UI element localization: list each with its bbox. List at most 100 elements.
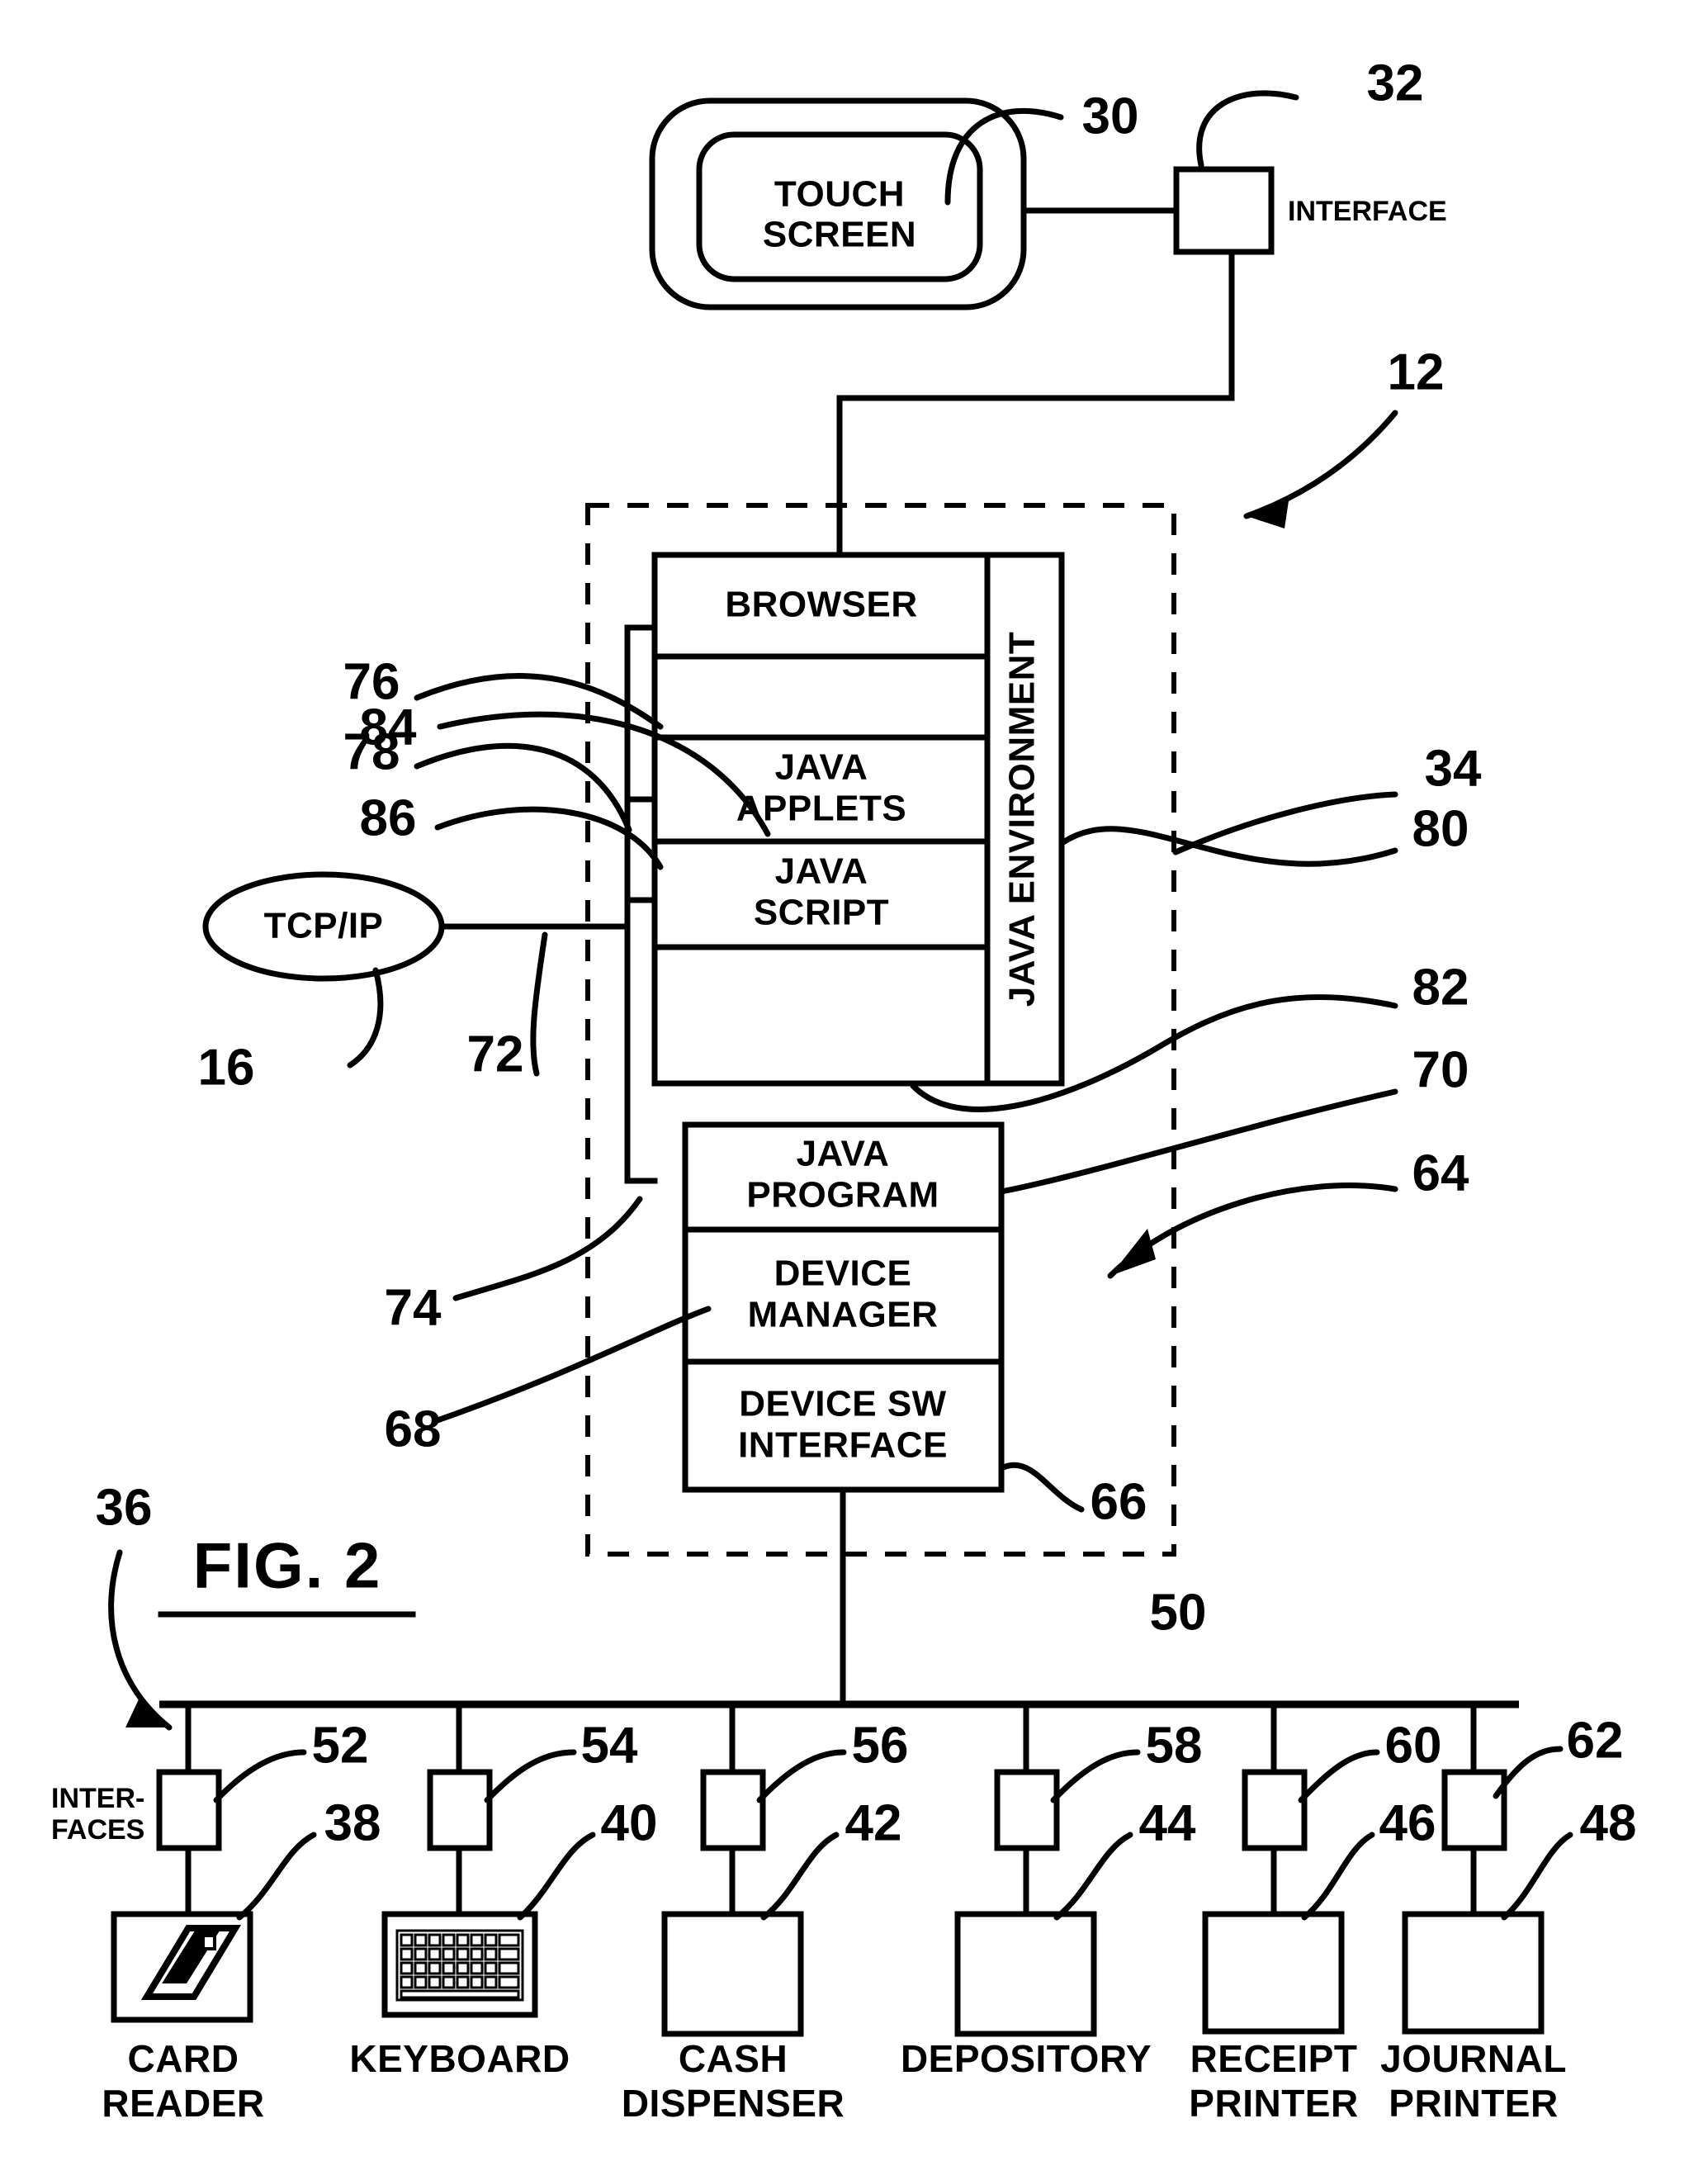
leader-line-72: [530, 931, 548, 1077]
device-column-card-reader: CARD READER 52 38: [102, 1701, 381, 2125]
journal-printer-label-line2: PRINTER: [1389, 2082, 1558, 2125]
ref-68: 68: [385, 1400, 442, 1457]
cash-dispenser-device[interactable]: [661, 1911, 804, 2037]
ref-72: 72: [467, 1026, 524, 1083]
ref-12: 12: [1388, 344, 1445, 400]
leader-line-48: [1501, 1832, 1573, 1921]
java-program-label-line2: PROGRAM: [746, 1175, 939, 1216]
leader-line-70: [998, 1088, 1398, 1195]
leader-line-16: [347, 967, 384, 1069]
ref-82: 82: [1412, 959, 1469, 1016]
interface-box-cash-dispenser[interactable]: [700, 1769, 766, 1851]
receipt-printer-device[interactable]: [1202, 1911, 1345, 2035]
depository-label-line1: DEPOSITORY: [901, 2037, 1152, 2080]
ref-46: 46: [1379, 1794, 1436, 1851]
receipt-printer-label-line1: RECEIPT: [1190, 2037, 1358, 2080]
browser-label: BROWSER: [725, 585, 917, 625]
device-column-depository: DEPOSITORY 58 44: [901, 1701, 1203, 2080]
ref-70: 70: [1412, 1041, 1469, 1098]
interface-box-keyboard[interactable]: [427, 1769, 493, 1851]
tcpip-node: TCP/IP: [202, 871, 631, 982]
leader-line-46: [1301, 1832, 1375, 1921]
ref-58: 58: [1146, 1717, 1203, 1774]
device-manager-label-line1: DEVICE: [774, 1254, 912, 1294]
interfaces-label-line1: INTER-: [51, 1783, 144, 1814]
leader-line-30: [944, 107, 1064, 206]
ref-40: 40: [601, 1794, 658, 1851]
interface-box-journal-printer[interactable]: [1441, 1769, 1507, 1851]
link-interface-browser: [836, 249, 1235, 558]
journal-printer-device[interactable]: [1402, 1911, 1545, 2035]
leader-line-44: [1053, 1832, 1133, 1921]
receipt-printer-label-line2: PRINTER: [1189, 2082, 1358, 2125]
leader-line-80: [1060, 826, 1398, 867]
figure-canvas: TOUCH SCREEN 30 INTERFACE 32 12 JAVA ENV…: [51, 54, 1637, 2125]
java-environment-group: JAVA ENVIRONMENT BROWSER JAVA APPLETS JA…: [651, 552, 1065, 1087]
ref-50: 50: [1150, 1584, 1207, 1641]
ref-84: 84: [360, 699, 417, 756]
interface-box-depository[interactable]: [994, 1769, 1060, 1851]
ref-44: 44: [1139, 1794, 1196, 1851]
tcpip-label: TCP/IP: [264, 906, 384, 946]
leader-line-52: [213, 1749, 307, 1803]
card-reader-label-line1: CARD: [128, 2037, 239, 2080]
leader-line-74: [452, 1196, 643, 1301]
ref-80: 80: [1412, 800, 1469, 857]
leader-line-56: [756, 1749, 847, 1803]
java-applets-label-line1: JAVA: [775, 747, 868, 788]
leader-line-38: [236, 1832, 317, 1921]
ref-54: 54: [581, 1717, 638, 1774]
leader-line-34: [1172, 791, 1398, 855]
card-reader-label-line2: READER: [102, 2082, 264, 2125]
ref-56: 56: [852, 1717, 909, 1774]
leader-line-76: [414, 673, 664, 730]
device-manager-label-line2: MANAGER: [748, 1295, 939, 1335]
interface-box-card-reader[interactable]: [156, 1769, 222, 1851]
ref-32: 32: [1367, 54, 1424, 111]
touch-interface-box[interactable]: [1173, 166, 1275, 255]
leader-line-42: [760, 1832, 840, 1921]
rail-javaprogram-stub: [624, 897, 658, 1184]
java-script-label-line1: JAVA: [775, 851, 868, 892]
ref-66: 66: [1091, 1473, 1147, 1530]
ref-42: 42: [845, 1794, 902, 1851]
software-stack-group: JAVA PROGRAM DEVICE MANAGER DEVICE SW IN…: [682, 1121, 1005, 1493]
device-sw-interface-label-line1: DEVICE SW: [739, 1384, 946, 1424]
keyboard-label-line1: KEYBOARD: [349, 2037, 570, 2080]
cash-dispenser-label-line1: CASH: [679, 2037, 788, 2080]
cash-dispenser-label-line2: DISPENSER: [622, 2082, 845, 2125]
device-sw-interface-label-line2: INTERFACE: [738, 1425, 948, 1466]
ref-38: 38: [324, 1794, 381, 1851]
leader-line-66: [998, 1462, 1085, 1513]
depository-device[interactable]: [954, 1911, 1097, 2037]
ref-16: 16: [198, 1039, 255, 1096]
ref-74: 74: [385, 1279, 442, 1336]
device-column-cash-dispenser: CASH DISPENSER 56 42: [622, 1701, 909, 2125]
leader-line-60: [1298, 1749, 1380, 1803]
leader-line-68: [434, 1306, 712, 1424]
patent-figure-2: TOUCH SCREEN 30 INTERFACE 32 12 JAVA ENV…: [0, 0, 1708, 2180]
interface-box-receipt-printer[interactable]: [1242, 1769, 1308, 1851]
java-script-label-line2: SCRIPT: [754, 893, 889, 933]
figure-title: FIG. 2: [193, 1529, 382, 1602]
ref-34: 34: [1425, 740, 1482, 797]
leader-line-64: [1107, 1182, 1398, 1279]
ref-60: 60: [1385, 1717, 1442, 1774]
ref-86: 86: [360, 789, 417, 846]
leader-line-58: [1050, 1749, 1141, 1803]
leader-line-32: [1196, 90, 1299, 168]
arrowhead-64: [1110, 1229, 1156, 1276]
ref-48: 48: [1580, 1794, 1637, 1851]
ref-64: 64: [1412, 1144, 1469, 1201]
touch-screen-label-line2: SCREEN: [763, 215, 916, 255]
java-program-label-line1: JAVA: [797, 1134, 890, 1174]
touch-screen-label-line1: TOUCH: [774, 174, 905, 215]
touch-interface-node: INTERFACE: [1173, 166, 1447, 255]
interfaces-label-line2: FACES: [51, 1814, 144, 1846]
ref-62: 62: [1567, 1712, 1624, 1769]
leader-line-12: [1243, 410, 1398, 519]
ref-52: 52: [312, 1717, 369, 1774]
ref-36: 36: [96, 1479, 153, 1536]
ref-30: 30: [1082, 88, 1139, 145]
touch-interface-label: INTERFACE: [1288, 196, 1447, 227]
